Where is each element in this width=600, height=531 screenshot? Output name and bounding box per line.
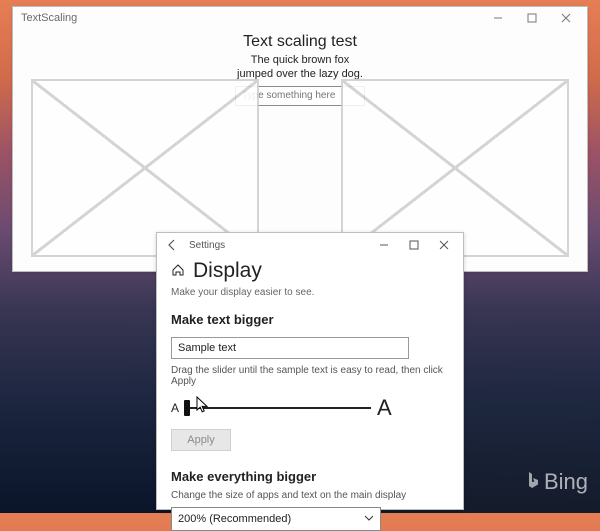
titlebar: Settings — [157, 233, 463, 257]
slider-thumb[interactable] — [184, 400, 190, 416]
slider-hint: Drag the slider until the sample text is… — [171, 365, 449, 387]
page-subtitle: Make your display easier to see. — [171, 287, 449, 298]
dropdown-value: 200% (Recommended) — [178, 513, 291, 525]
page-title: Display — [193, 259, 262, 283]
minimize-button[interactable] — [481, 7, 515, 29]
section2-hint: Change the size of apps and text on the … — [171, 490, 449, 501]
image-placeholder-right — [341, 79, 569, 257]
chevron-down-icon — [364, 513, 374, 526]
section-make-text-bigger: Make text bigger — [171, 312, 449, 327]
titlebar: TextScaling — [13, 7, 587, 29]
maximize-button[interactable] — [399, 234, 429, 256]
slider-label-large: A — [377, 397, 392, 419]
close-button[interactable] — [429, 234, 459, 256]
text-size-slider[interactable] — [185, 400, 371, 416]
image-placeholder-left — [31, 79, 259, 257]
sample-text-field[interactable] — [171, 337, 409, 359]
apply-button[interactable]: Apply — [171, 429, 231, 451]
scale-dropdown[interactable]: 200% (Recommended) — [171, 507, 381, 531]
section-make-everything-bigger: Make everything bigger — [171, 469, 449, 484]
back-button[interactable] — [163, 236, 181, 254]
settings-window: Settings Display Make your display easie… — [156, 232, 464, 510]
app-heading: Text scaling test — [243, 33, 357, 51]
minimize-button[interactable] — [369, 234, 399, 256]
home-icon[interactable] — [171, 263, 185, 280]
sample-text: The quick brown fox jumped over the lazy… — [237, 53, 363, 82]
slider-label-small: A — [171, 401, 179, 415]
window-title: Settings — [189, 240, 225, 251]
window-title: TextScaling — [21, 12, 77, 24]
maximize-button[interactable] — [515, 7, 549, 29]
bing-watermark: Bing — [526, 469, 588, 495]
close-button[interactable] — [549, 7, 583, 29]
